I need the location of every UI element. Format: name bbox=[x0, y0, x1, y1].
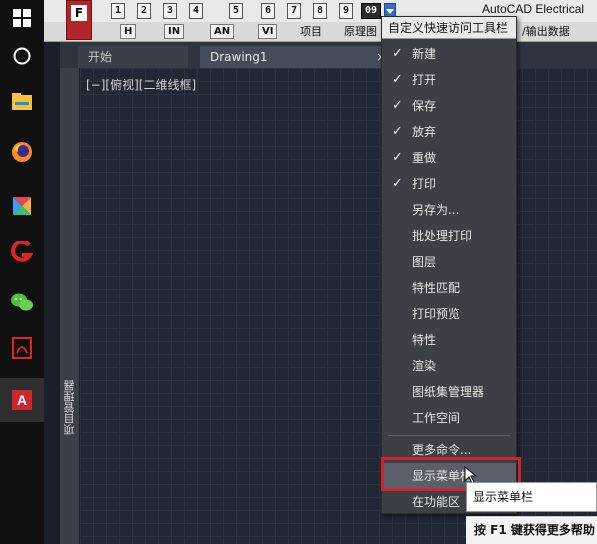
menu-item-label: 图纸集管理器 bbox=[412, 385, 485, 399]
menu-item-label: 渲染 bbox=[412, 359, 437, 373]
firefox-icon[interactable] bbox=[8, 138, 36, 166]
menu-item-plot-preview[interactable]: 打印预览 bbox=[382, 301, 516, 327]
customize-quick-access-menu: 自定义快速访问工具栏 ✓ 新建 ✓ 打开 ✓ 保存 ✓ 放弃 ✓ 重做 ✓ 打印 另存为..… bbox=[381, 16, 517, 514]
quick-access-button-8[interactable]: 8 bbox=[313, 3, 328, 19]
menu-item-label: 在功能区 bbox=[412, 495, 461, 509]
quick-access-button-9[interactable]: 9 bbox=[339, 3, 354, 19]
quick-access-button-2[interactable]: 2 bbox=[137, 3, 152, 19]
wechat-icon[interactable] bbox=[8, 288, 36, 316]
quick-access-button-1[interactable]: 1 bbox=[111, 3, 126, 19]
windows-start-icon[interactable] bbox=[8, 4, 36, 32]
menu-item-save-as[interactable]: 另存为... bbox=[382, 197, 516, 223]
menu-item-match-properties[interactable]: 特性匹配 bbox=[382, 275, 516, 301]
ribbon-box-h[interactable]: H bbox=[120, 24, 137, 39]
ribbon-box-an[interactable]: AN bbox=[210, 24, 235, 39]
menu-item-label: 打开 bbox=[412, 73, 437, 87]
check-icon: ✓ bbox=[392, 124, 403, 139]
menu-item-workspace[interactable]: 工作空间 bbox=[382, 405, 516, 431]
check-icon: ✓ bbox=[392, 46, 403, 61]
menu-item-label: 特性 bbox=[412, 333, 437, 347]
menu-item-undo[interactable]: ✓ 放弃 bbox=[382, 119, 516, 145]
viewport-controls-label[interactable]: [−][俯视][二维线框] bbox=[86, 76, 196, 93]
app-menu-button[interactable]: F bbox=[66, 0, 92, 40]
menu-item-label: 打印预览 bbox=[412, 307, 461, 321]
quick-access-button-5[interactable]: 5 bbox=[229, 3, 244, 19]
menu-item-new[interactable]: ✓ 新建 bbox=[382, 41, 516, 67]
quick-access-button-7[interactable]: 7 bbox=[287, 3, 302, 19]
pdf-reader-icon[interactable] bbox=[8, 334, 36, 362]
menu-item-label: 放弃 bbox=[412, 125, 437, 139]
menu-separator bbox=[388, 435, 510, 436]
tab-schematic[interactable]: 原理图 bbox=[340, 24, 381, 40]
check-icon: ✓ bbox=[392, 98, 403, 113]
tab-start[interactable]: 开始 bbox=[78, 46, 188, 68]
menu-item-label: 图层 bbox=[412, 255, 437, 269]
cortana-circle-icon[interactable] bbox=[8, 42, 36, 70]
quick-access-button-09[interactable]: 09 bbox=[361, 3, 382, 19]
red-g-app-icon[interactable] bbox=[8, 238, 36, 266]
menu-item-label: 工作空间 bbox=[412, 411, 461, 425]
check-icon: ✓ bbox=[392, 150, 403, 165]
ribbon-box-vi[interactable]: VI bbox=[258, 24, 278, 39]
menu-item-label: 保存 bbox=[412, 99, 437, 113]
svg-text:A: A bbox=[17, 392, 27, 408]
menu-item-layer[interactable]: 图层 bbox=[382, 249, 516, 275]
menu-item-label: 新建 bbox=[412, 47, 437, 61]
menu-item-label: 特性匹配 bbox=[412, 281, 461, 295]
windows-taskbar: A bbox=[0, 0, 44, 544]
autocad-icon[interactable]: A bbox=[8, 386, 36, 414]
menu-item-batch-plot[interactable]: 批处理打印 bbox=[382, 223, 516, 249]
menu-item-properties[interactable]: 特性 bbox=[382, 327, 516, 353]
project-manager-label: 项目管理器 bbox=[63, 380, 76, 435]
menu-item-label: 重做 bbox=[412, 151, 437, 165]
tab-export[interactable]: /输出数据 bbox=[518, 24, 574, 40]
tooltip: 显示菜单栏 bbox=[466, 482, 597, 512]
menu-item-label: 批处理打印 bbox=[412, 229, 473, 243]
menu-item-save[interactable]: ✓ 保存 bbox=[382, 93, 516, 119]
tab-drawing1[interactable]: Drawing1 bbox=[200, 46, 400, 68]
app-logo-letter: F bbox=[71, 5, 87, 21]
menu-item-render[interactable]: 渲染 bbox=[382, 353, 516, 379]
quick-access-button-4[interactable]: 4 bbox=[189, 3, 204, 19]
menu-item-redo[interactable]: ✓ 重做 bbox=[382, 145, 516, 171]
tooltip-help-text: 按 F1 键获得更多帮助 bbox=[466, 516, 597, 544]
menu-item-label: 另存为... bbox=[412, 203, 460, 217]
menu-item-open[interactable]: ✓ 打开 bbox=[382, 67, 516, 93]
menu-item-label: 打印 bbox=[412, 177, 437, 191]
quick-access-button-6[interactable]: 6 bbox=[261, 3, 276, 19]
menu-item-print[interactable]: ✓ 打印 bbox=[382, 171, 516, 197]
project-manager-panel[interactable] bbox=[60, 68, 80, 544]
menu-item-sheet-set-manager[interactable]: 图纸集管理器 bbox=[382, 379, 516, 405]
tab-project[interactable]: 项目 bbox=[296, 24, 326, 40]
app-title: AutoCAD Electrical bbox=[482, 2, 585, 16]
menu-title: 自定义快速访问工具栏 bbox=[382, 17, 516, 39]
colorful-app-icon[interactable] bbox=[8, 192, 36, 220]
check-icon: ✓ bbox=[392, 72, 403, 87]
file-explorer-icon[interactable] bbox=[8, 88, 36, 116]
ribbon-box-in[interactable]: IN bbox=[164, 24, 185, 39]
check-icon: ✓ bbox=[392, 176, 403, 191]
quick-access-button-3[interactable]: 3 bbox=[163, 3, 178, 19]
